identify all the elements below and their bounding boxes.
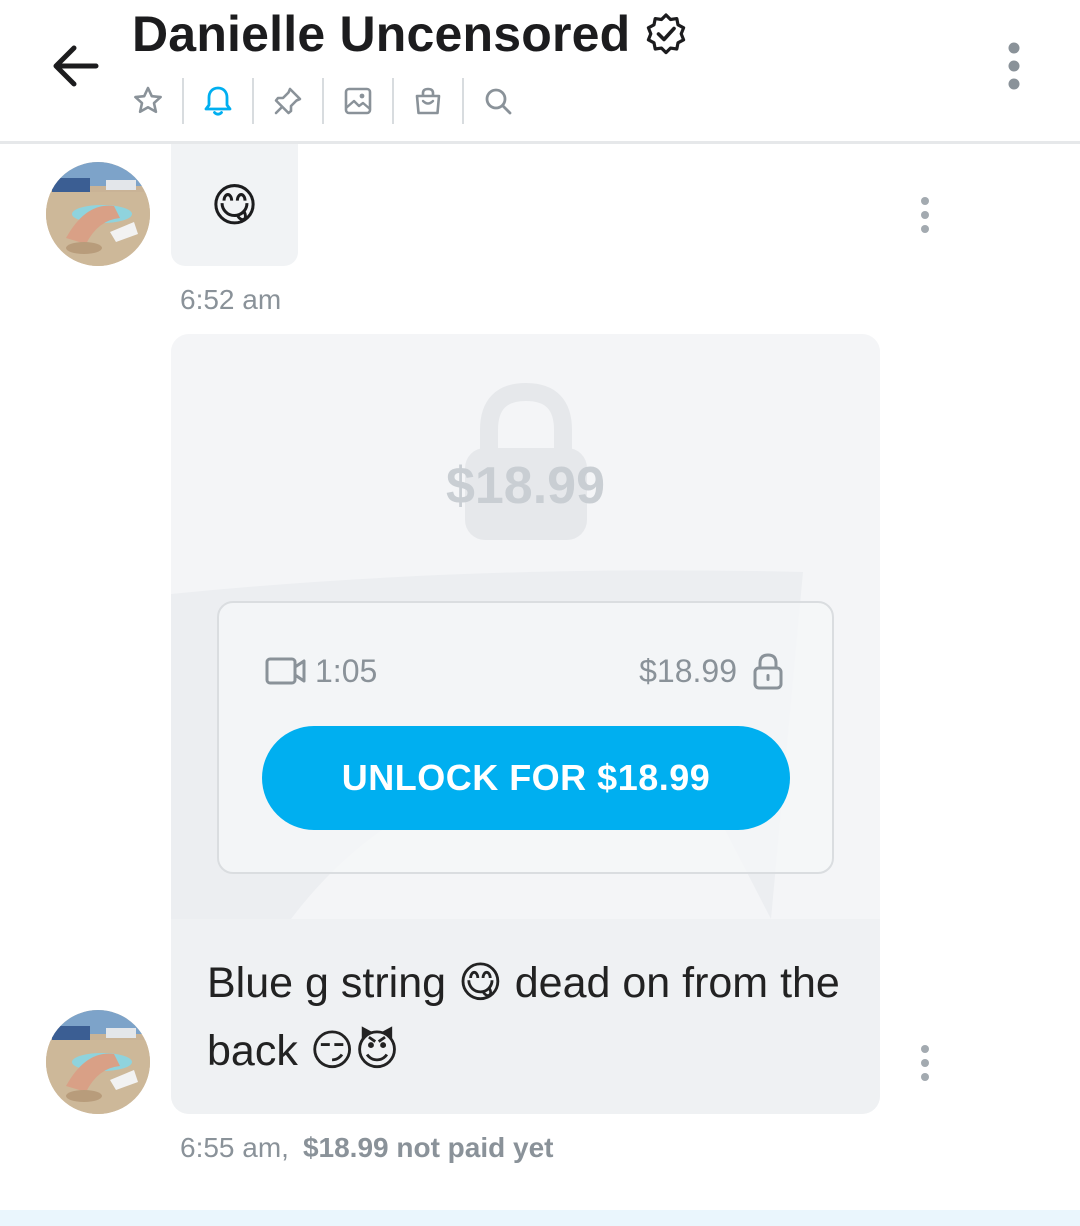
unlock-button[interactable]: UNLOCK FOR $18.99 [262,726,790,830]
locked-media-message: $18.99 1:05 $18.99 UNLOCK FOR $18.99 Blu… [171,334,880,1114]
unlock-card: 1:05 $18.99 UNLOCK FOR $18.99 [217,601,834,874]
purchases-button[interactable] [406,78,450,124]
shopping-bag-icon [415,87,441,115]
star-icon [134,86,162,114]
toolbar-divider [462,78,464,124]
arrow-left-icon [53,45,99,87]
pin-button[interactable] [266,78,310,124]
image-icon [344,87,372,115]
duration-text: 1:05 [315,652,378,689]
message-timestamp: 6:52 am [180,284,282,315]
media-price: $18.99 [639,651,785,691]
avatar-photo [46,1010,150,1114]
composer-edge [0,1210,1080,1226]
payment-status: $18.99 not paid yet [302,1132,554,1163]
pin-icon [274,87,302,115]
chat-header: Danielle Uncensored [0,0,1080,144]
more-options-button[interactable] [996,40,1032,92]
kebab-menu-icon [921,1045,929,1081]
message-text: 😋 [210,179,259,231]
toolbar-divider [322,78,324,124]
media-gallery-button[interactable] [336,78,380,124]
toolbar-divider [252,78,254,124]
verified-badge-icon [647,13,686,55]
video-icon [265,657,306,685]
message-options-button[interactable] [915,195,935,235]
bell-icon [204,86,232,116]
sender-avatar[interactable] [46,162,150,266]
chat-title[interactable]: Danielle Uncensored [132,5,630,63]
search-button[interactable] [476,78,520,124]
toolbar-divider [182,78,184,124]
message-text: Blue g string 😋 dead on from the back 😏😈 [171,919,880,1114]
lock-icon [753,653,783,690]
message-bubble[interactable]: 😋 [171,144,298,266]
price-text: $18.99 [639,652,737,689]
message-timestamp: 6:55 am, [180,1132,289,1163]
back-button[interactable] [46,36,106,96]
message-options-button[interactable] [915,1043,935,1083]
search-icon [485,88,512,115]
media-info-row: 1:05 $18.99 [265,649,785,693]
locked-media-preview: $18.99 1:05 $18.99 UNLOCK FOR $18.99 [171,334,880,919]
avatar-photo [46,162,150,266]
message-meta: 6:55 am, $18.99 not paid yet [180,1132,554,1164]
chat-toolbar [126,76,520,126]
media-duration: 1:05 [265,653,377,690]
locked-price-label: $18.99 [445,457,606,515]
notifications-button[interactable] [196,78,240,124]
title-row: Danielle Uncensored [132,4,688,64]
sender-avatar[interactable] [46,1010,150,1114]
toolbar-divider [392,78,394,124]
kebab-menu-icon [1008,42,1020,90]
favorite-button[interactable] [126,78,170,124]
kebab-menu-icon [921,197,929,233]
